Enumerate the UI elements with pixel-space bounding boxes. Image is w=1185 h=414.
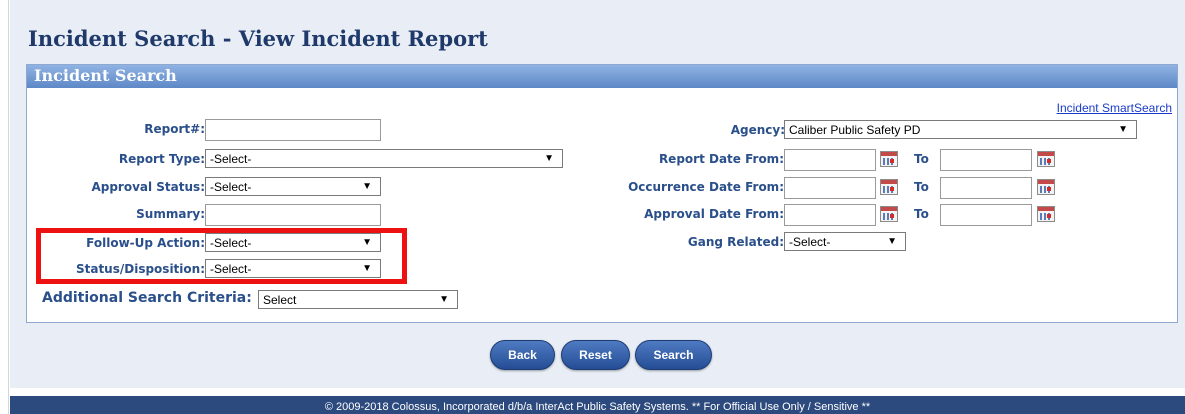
agency-label: Agency:	[730, 123, 785, 137]
incident-search-panel: Incident Search Incident SmartSearch Rep…	[26, 64, 1178, 323]
report-type-select[interactable]: -Select- ▼	[205, 149, 563, 168]
occurrence-date-from-input[interactable]	[784, 177, 876, 199]
calendar-icon[interactable]	[880, 151, 898, 167]
chevron-down-icon: ▼	[439, 294, 449, 305]
reset-button[interactable]: Reset	[561, 340, 630, 370]
agency-value: Caliber Public Safety PD	[789, 123, 921, 137]
report-date-from-input[interactable]	[784, 149, 876, 171]
footer: © 2009-2018 Colossus, Incorporated d/b/a…	[10, 396, 1185, 414]
summary-row: Summary:	[27, 204, 387, 226]
agency-row: Agency: Caliber Public Safety PD ▼	[527, 120, 1147, 142]
chevron-down-icon: ▼	[362, 263, 372, 274]
additional-search-criteria-label: Additional Search Criteria:	[42, 290, 252, 306]
status-disposition-value: -Select-	[210, 262, 252, 276]
additional-search-criteria-select[interactable]: Select ▼	[258, 290, 458, 309]
approval-date-label: Approval Date From:	[644, 207, 784, 221]
calendar-icon[interactable]	[1037, 151, 1055, 167]
occurrence-date-label: Occurrence Date From:	[628, 180, 784, 194]
left-border	[0, 0, 9, 414]
follow-up-action-row: Follow-Up Action: -Select- ▼	[27, 233, 387, 255]
approval-status-label: Approval Status:	[91, 180, 205, 194]
chevron-down-icon: ▼	[362, 237, 372, 248]
approval-status-value: -Select-	[210, 180, 252, 194]
report-number-label: Report#:	[144, 122, 205, 136]
page-background: Incident Search - View Incident Report I…	[10, 0, 1185, 388]
report-number-input[interactable]	[205, 119, 381, 141]
gang-related-row: Gang Related: -Select- ▼	[527, 232, 927, 254]
footer-gap	[10, 388, 1185, 396]
approval-status-row: Approval Status: -Select- ▼	[27, 177, 387, 199]
report-type-row: Report Type: -Select- ▼	[27, 149, 587, 171]
approval-date-to-input[interactable]	[940, 204, 1032, 226]
back-button[interactable]: Back	[490, 340, 555, 370]
status-disposition-label: Status/Disposition:	[75, 262, 205, 276]
calendar-icon[interactable]	[880, 206, 898, 222]
report-date-row: Report Date From: To	[527, 149, 1087, 171]
additional-search-criteria-value: Select	[263, 293, 297, 307]
calendar-icon[interactable]	[1037, 179, 1055, 195]
report-date-to-label: To	[914, 152, 929, 166]
calendar-icon[interactable]	[880, 179, 898, 195]
gang-related-select[interactable]: -Select- ▼	[784, 232, 906, 251]
chevron-down-icon: ▼	[887, 236, 897, 247]
approval-date-row: Approval Date From: To	[527, 204, 1087, 226]
report-date-label: Report Date From:	[658, 152, 784, 166]
status-disposition-row: Status/Disposition: -Select- ▼	[27, 259, 387, 281]
calendar-icon[interactable]	[1037, 206, 1055, 222]
page-title: Incident Search - View Incident Report	[28, 26, 488, 51]
incident-smartsearch-link[interactable]: Incident SmartSearch	[1057, 101, 1172, 115]
occurrence-date-to-label: To	[914, 180, 929, 194]
chevron-down-icon: ▼	[1118, 124, 1128, 135]
agency-select[interactable]: Caliber Public Safety PD ▼	[784, 120, 1137, 139]
follow-up-action-label: Follow-Up Action:	[86, 236, 205, 250]
approval-date-from-input[interactable]	[784, 204, 876, 226]
summary-input[interactable]	[205, 204, 381, 226]
gang-related-label: Gang Related:	[687, 235, 784, 249]
gang-related-value: -Select-	[789, 235, 831, 249]
occurrence-date-row: Occurrence Date From: To	[527, 177, 1087, 199]
chevron-down-icon: ▼	[362, 181, 372, 192]
report-type-value: -Select-	[210, 152, 252, 166]
follow-up-action-value: -Select-	[210, 236, 252, 250]
search-button[interactable]: Search	[635, 340, 712, 370]
report-type-label: Report Type:	[118, 152, 205, 166]
summary-label: Summary:	[136, 207, 205, 221]
report-number-row: Report#:	[27, 119, 387, 141]
status-disposition-select[interactable]: -Select- ▼	[205, 259, 381, 278]
approval-status-select[interactable]: -Select- ▼	[205, 177, 381, 196]
report-date-to-input[interactable]	[940, 149, 1032, 171]
approval-date-to-label: To	[914, 207, 929, 221]
follow-up-action-select[interactable]: -Select- ▼	[205, 233, 381, 252]
occurrence-date-to-input[interactable]	[940, 177, 1032, 199]
panel-header: Incident Search	[27, 65, 1177, 88]
